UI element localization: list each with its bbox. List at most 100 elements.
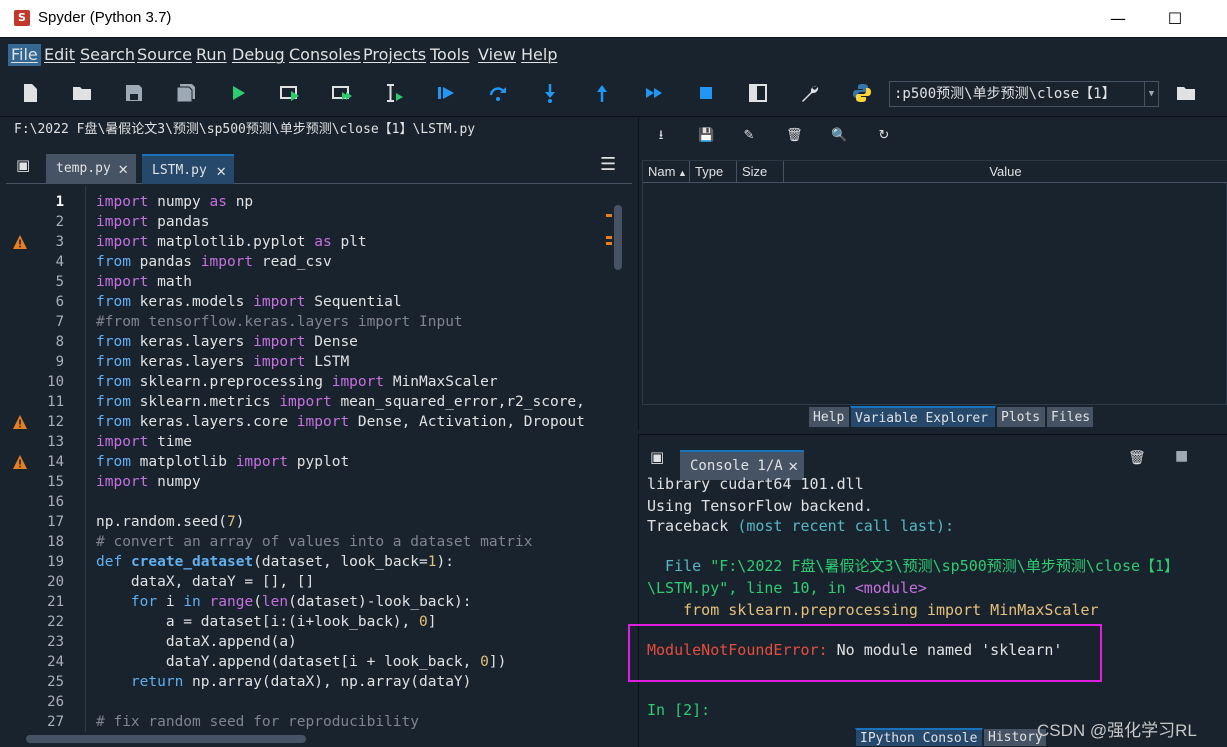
refresh-icon[interactable]: ↻ <box>876 128 892 144</box>
console-traceback-file: File "F:\2022 F盘\暑假论文3\预测\sp500预测\单步预测\c… <box>647 557 1180 575</box>
code-line: import numpy <box>96 474 201 490</box>
menu-file[interactable]: File <box>8 44 41 66</box>
stop-icon[interactable]: ■ <box>1175 448 1188 464</box>
scrollbar-thumb[interactable] <box>614 205 622 270</box>
column-header-name[interactable]: Nam ▲ <box>643 161 690 183</box>
line-number: 5 <box>55 274 64 290</box>
code-line: dataX.append(a) <box>96 634 297 650</box>
tab-lstm-py[interactable]: LSTM.py ✕ <box>142 154 234 184</box>
menu-edit[interactable]: Edit <box>41 44 78 66</box>
import-data-icon[interactable]: ⭳ <box>653 128 669 144</box>
console-traceback-file: \LSTM.py", line 10, in <module> <box>647 579 927 597</box>
search-icon[interactable]: 🔍 <box>831 128 847 144</box>
options-menu-icon[interactable]: ☰ <box>600 154 616 175</box>
line-number: 9 <box>55 354 64 370</box>
continue-icon[interactable] <box>643 83 665 105</box>
remove-all-variables-icon[interactable]: 🗑 <box>786 128 803 144</box>
code-line: import math <box>96 274 193 290</box>
console-prompt[interactable]: In [2]: <box>647 700 710 720</box>
variable-table[interactable]: Nam ▲ Type Size Value <box>642 160 1227 405</box>
stop-debug-icon[interactable] <box>695 83 717 105</box>
menu-search[interactable]: Search <box>77 44 138 66</box>
open-folder-icon[interactable] <box>71 83 93 105</box>
code-line: # convert an array of values into a data… <box>96 534 533 550</box>
code-line: import numpy as np <box>96 194 254 210</box>
minimize-button[interactable]: — <box>1095 6 1141 32</box>
window-title: Spyder (Python 3.7) <box>38 9 172 26</box>
editor-vertical-scrollbar[interactable] <box>612 195 624 720</box>
menu-tools[interactable]: Tools <box>427 44 472 66</box>
line-number: 26 <box>47 694 64 710</box>
tab-variable-explorer[interactable]: Variable Explorer <box>850 406 996 428</box>
warning-icon[interactable] <box>12 454 28 470</box>
title-bar: S Spyder (Python 3.7) — ☐ <box>0 0 1227 37</box>
save-data-as-icon[interactable]: ✎ <box>741 128 757 144</box>
menu-view[interactable]: View <box>475 44 519 66</box>
chevron-down-icon[interactable]: ▼ <box>1144 82 1158 106</box>
scrollbar-thumb[interactable] <box>26 735 306 743</box>
code-line: from sklearn.metrics import mean_squared… <box>96 394 585 410</box>
maximize-pane-icon[interactable] <box>747 83 769 105</box>
tab-label: LSTM.py <box>152 163 207 178</box>
save-data-icon[interactable]: 💾 <box>698 128 714 144</box>
step-into-icon[interactable] <box>539 83 561 105</box>
error-highlight-box <box>628 624 1102 682</box>
remove-all-icon[interactable]: 🗑 <box>1128 450 1146 466</box>
maximize-button[interactable]: ☐ <box>1152 6 1198 32</box>
watermark: CSDN @强化学习RL <box>1037 721 1197 740</box>
tab-temp-py[interactable]: temp.py ✕ <box>46 154 136 184</box>
preferences-wrench-icon[interactable] <box>799 83 821 105</box>
step-return-icon[interactable] <box>591 83 613 105</box>
python-path-icon[interactable] <box>851 83 873 105</box>
code-line: np.random.seed(7) <box>96 514 245 530</box>
browse-directory-icon[interactable] <box>1175 83 1197 105</box>
save-all-icon[interactable] <box>175 83 197 105</box>
tab-files[interactable]: Files <box>1046 406 1094 428</box>
warning-icon[interactable] <box>12 234 28 250</box>
code-line: from matplotlib import pyplot <box>96 454 350 470</box>
browse-tabs-icon[interactable]: ▣ <box>16 156 30 174</box>
editor-horizontal-scrollbar[interactable] <box>16 733 610 745</box>
menu-bar: File Edit Search Source Run Debug Consol… <box>0 37 1227 71</box>
line-number: 10 <box>47 374 64 390</box>
line-number: 13 <box>47 434 64 450</box>
line-number: 6 <box>55 294 64 310</box>
new-file-icon[interactable] <box>19 83 41 105</box>
code-editor[interactable]: 1 2 3 4 5 6 7 8 9 10 11 12 13 14 15 16 17 18 19 20 21 22 23 24 2… <box>6 186 632 732</box>
menu-consoles[interactable]: Consoles <box>286 44 364 66</box>
step-over-icon[interactable] <box>487 83 509 105</box>
code-line: return np.array(dataX), np.array(dataY) <box>130 674 472 690</box>
browse-tabs-icon[interactable]: ▣ <box>650 448 664 466</box>
line-number: 27 <box>47 714 64 730</box>
menu-source[interactable]: Source <box>134 44 195 66</box>
line-number: 18 <box>47 534 64 550</box>
line-number: 22 <box>47 614 64 630</box>
menu-debug[interactable]: Debug <box>229 44 288 66</box>
line-number-gutter: 1 2 3 4 5 6 7 8 9 10 11 12 13 14 15 16 17 18 19 20 21 22 23 24 2… <box>6 186 86 732</box>
close-icon[interactable]: ✕ <box>118 154 128 184</box>
run-icon[interactable] <box>227 83 249 105</box>
line-number: 23 <box>47 634 64 650</box>
menu-projects[interactable]: Projects <box>360 44 429 66</box>
debug-icon[interactable] <box>435 83 457 105</box>
run-cell-advance-icon[interactable] <box>331 83 353 105</box>
line-number: 25 <box>47 674 64 690</box>
save-icon[interactable] <box>123 83 145 105</box>
code-line: #from tensorflow.keras.layers import Inp… <box>96 314 463 330</box>
column-header-size[interactable]: Size <box>737 161 784 183</box>
code-line: from keras.layers.core import Dense, Act… <box>96 414 585 430</box>
menu-run[interactable]: Run <box>193 44 230 66</box>
line-number: 4 <box>55 254 64 270</box>
working-directory-combo[interactable]: :p500预测\单步预测\close【1】 ▼ <box>889 81 1159 107</box>
run-cell-icon[interactable] <box>279 83 301 105</box>
run-selection-icon[interactable] <box>383 83 405 105</box>
warning-icon[interactable] <box>12 414 28 430</box>
tab-plots[interactable]: Plots <box>996 406 1046 428</box>
column-header-type[interactable]: Type <box>690 161 737 183</box>
menu-help[interactable]: Help <box>518 44 560 66</box>
tab-help[interactable]: Help <box>808 406 850 428</box>
close-icon[interactable]: ✕ <box>216 156 226 186</box>
tab-ipython-console[interactable]: IPython Console <box>855 728 983 747</box>
column-header-value[interactable]: Value <box>784 161 1227 183</box>
line-number: 24 <box>47 654 64 670</box>
